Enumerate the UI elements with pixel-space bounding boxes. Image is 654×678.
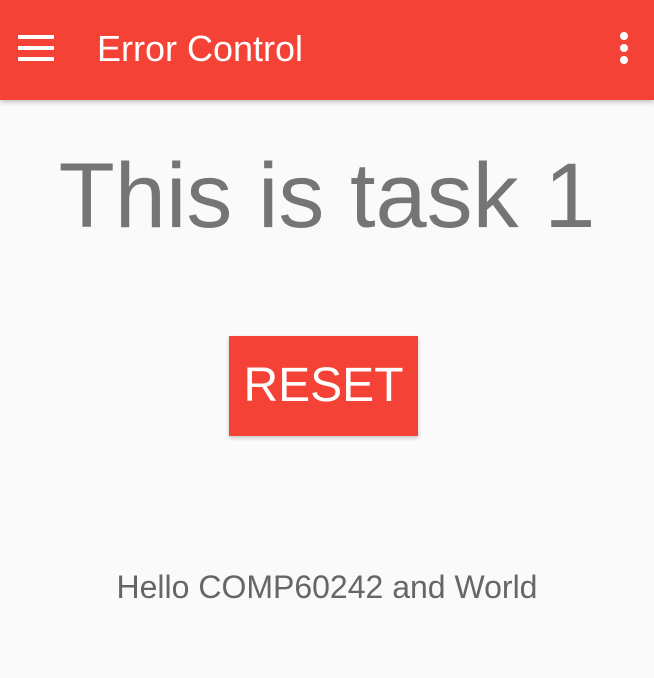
task-heading: This is task 1 (58, 145, 596, 247)
menu-icon-line (18, 35, 54, 39)
reset-button[interactable]: RESET (229, 336, 418, 436)
overflow-dot (620, 44, 628, 52)
app-bar: Error Control (0, 0, 654, 100)
menu-icon[interactable] (18, 35, 54, 61)
overflow-dot (620, 32, 628, 40)
overflow-menu-icon[interactable] (612, 30, 636, 66)
hello-message: Hello COMP60242 and World (116, 569, 538, 605)
overflow-dot (620, 56, 628, 64)
menu-icon-line (18, 57, 54, 61)
menu-icon-line (18, 46, 54, 50)
app-title: Error Control (97, 28, 304, 69)
